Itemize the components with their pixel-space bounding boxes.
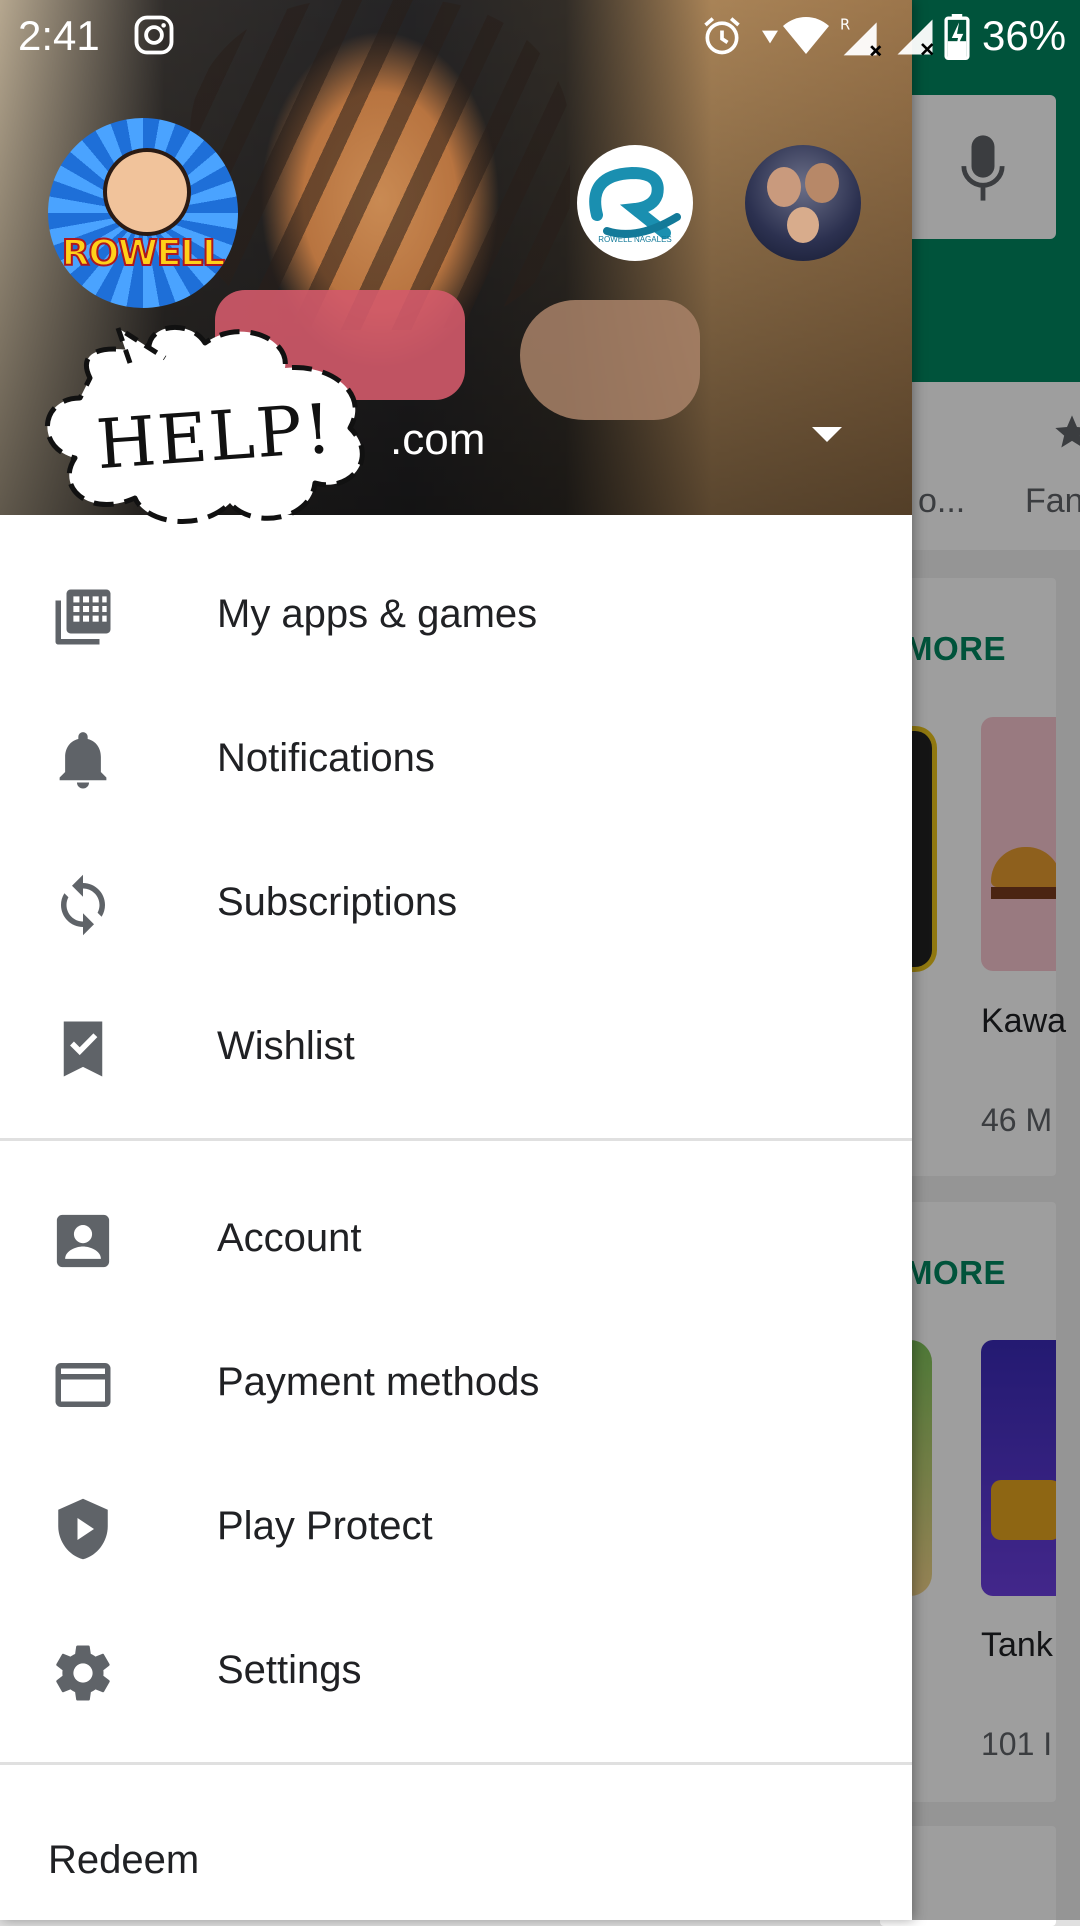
bookmark-check-icon (63, 1021, 103, 1077)
data-down-arrow-icon (762, 30, 778, 44)
apps-grid-icon (55, 589, 111, 645)
wifi-icon (783, 17, 829, 54)
instagram-icon (134, 15, 174, 55)
menu-item-label: Play Protect (217, 1504, 433, 1548)
status-bar: 2:41 R 36% (0, 0, 1080, 72)
refresh-icon (60, 874, 106, 936)
help-text: HELP! (94, 390, 336, 485)
avatar-face (805, 163, 839, 203)
account-avatar-alt[interactable] (745, 145, 861, 261)
menu-item-label: My apps & games (217, 592, 538, 636)
menu-item-wishlist[interactable]: Wishlist (0, 974, 912, 1118)
navigation-drawer: ROWELL ROWELL NAGALES .com HELP! My apps… (0, 0, 912, 1920)
menu-item-label: Wishlist (217, 1024, 355, 1068)
svg-text:R: R (840, 17, 850, 34)
avatar-main-text: ROWELL (61, 232, 227, 275)
battery-percentage: 36% (982, 12, 1067, 59)
status-time: 2:41 (18, 12, 100, 59)
menu-divider (0, 1762, 912, 1765)
menu-item-my-apps-games[interactable]: My apps & games (0, 542, 912, 686)
menu-item-label: Settings (217, 1648, 362, 1692)
credit-card-icon (55, 1363, 111, 1407)
help-speech-bubble: HELP! (45, 322, 365, 524)
account-avatar-alt[interactable]: ROWELL NAGALES (577, 145, 693, 261)
rn-logo-icon: ROWELL NAGALES (589, 166, 681, 244)
menu-item-settings[interactable]: Settings (0, 1598, 912, 1742)
menu-item-label: Account (217, 1216, 362, 1260)
signal-roaming-icon: R (840, 17, 882, 57)
avatar-face (787, 207, 819, 243)
rn-logo-caption: ROWELL NAGALES (598, 235, 672, 244)
account-avatar-main[interactable]: ROWELL (48, 118, 238, 308)
avatar-face (767, 167, 801, 207)
alarm-icon (704, 17, 740, 55)
gear-icon (56, 1645, 110, 1701)
menu-item-subscriptions[interactable]: Subscriptions (0, 830, 912, 974)
menu-item-account[interactable]: Account (0, 1166, 912, 1310)
menu-item-payment-methods[interactable]: Payment methods (0, 1310, 912, 1454)
header-background-image (520, 300, 700, 420)
menu-item-label: Subscriptions (217, 880, 458, 924)
menu-item-label: Notifications (217, 736, 435, 780)
menu-divider (0, 1138, 912, 1141)
shield-play-icon (58, 1498, 108, 1560)
menu-item-notifications[interactable]: Notifications (0, 686, 912, 830)
account-icon (56, 1214, 110, 1268)
menu-item-label: Payment methods (217, 1360, 540, 1404)
account-dropdown-icon[interactable] (812, 427, 842, 442)
signal-icon (897, 19, 934, 56)
menu-item-play-protect[interactable]: Play Protect (0, 1454, 912, 1598)
redeem-link[interactable]: Redeem (48, 1838, 199, 1883)
bell-icon (59, 732, 107, 789)
account-email[interactable]: .com (390, 415, 485, 465)
avatar-face (103, 148, 191, 236)
battery-charging-icon (944, 14, 970, 60)
